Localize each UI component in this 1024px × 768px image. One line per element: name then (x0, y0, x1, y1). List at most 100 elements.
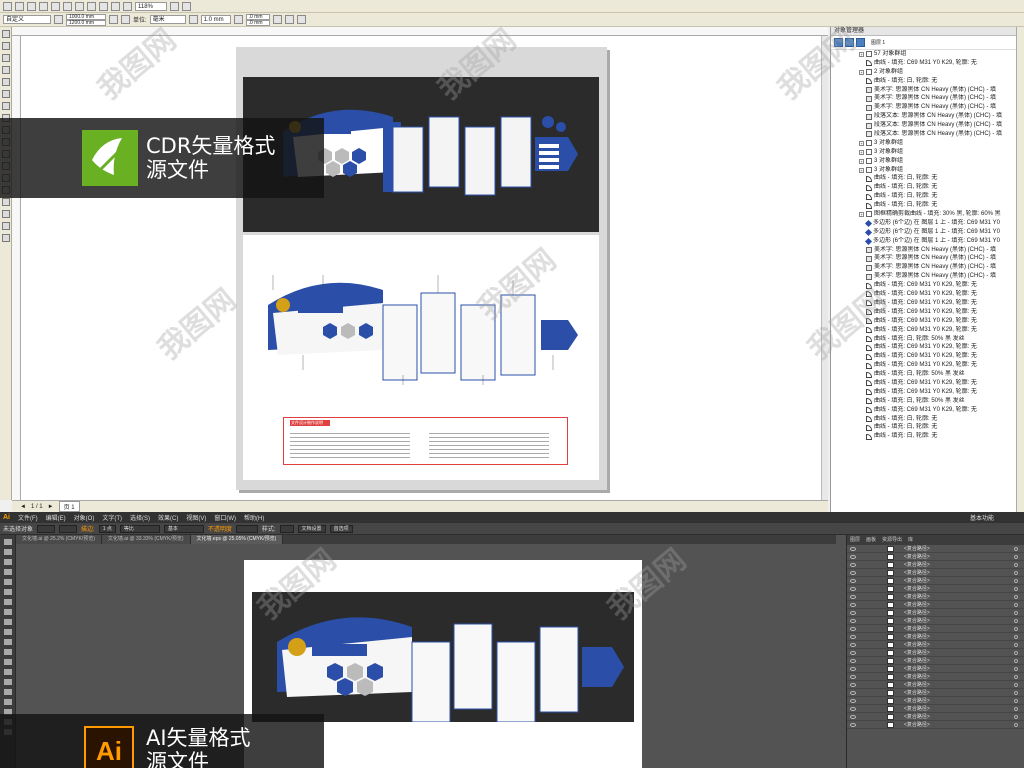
ai-menu-item[interactable]: 窗口(W) (214, 513, 236, 522)
target-circle-icon[interactable] (1014, 546, 1018, 551)
smart-fill-tool-icon[interactable] (2, 90, 10, 98)
visibility-eye-icon[interactable] (850, 698, 856, 703)
target-circle-icon[interactable] (1014, 578, 1018, 583)
style-swatch[interactable] (279, 524, 294, 533)
eraser-tool-icon[interactable] (4, 639, 12, 645)
copy-icon[interactable] (63, 1, 72, 11)
pen-tool-icon[interactable] (4, 579, 12, 585)
object-tree-row[interactable]: 美术字: 思源黑体 CN Heavy (黑体) (CHC) - 填 (859, 86, 1016, 95)
page-height-field[interactable]: 1200.0 mm (66, 19, 106, 26)
object-tree-row[interactable]: 曲线 - 填充: 白, 轮廓: 无 (859, 192, 1016, 201)
layer-row[interactable]: <复合路径> (847, 673, 1024, 681)
target-circle-icon[interactable] (1014, 554, 1018, 559)
target-circle-icon[interactable] (1014, 650, 1018, 655)
ai-document-tab[interactable]: 文化墙.ai @ 25.2% (CMYK/预览) (16, 535, 102, 544)
object-tree-row[interactable]: 曲线 - 填充: 白, 轮廓: 无 (859, 174, 1016, 183)
target-circle-icon[interactable] (1014, 658, 1018, 663)
visibility-eye-icon[interactable] (850, 682, 856, 687)
line-tool-icon[interactable] (4, 599, 12, 605)
object-tree-row[interactable]: 曲线 - 填充: 白, 轮廓: 无 (859, 183, 1016, 192)
layer-row[interactable]: <复合路径> (847, 569, 1024, 577)
ai-menu-item[interactable]: 效果(C) (158, 513, 178, 522)
object-tree-row[interactable]: 曲线 - 填充: 白, 轮廓: 无 (859, 415, 1016, 424)
layer-row[interactable]: <复合路径> (847, 617, 1024, 625)
interactive-tool-icon[interactable] (2, 198, 10, 206)
layer-row[interactable]: <复合路径> (847, 713, 1024, 721)
object-tree-row[interactable]: 曲线 - 填充: C69 M31 Y0 K29, 轮廓: 无 (859, 388, 1016, 397)
visibility-eye-icon[interactable] (850, 690, 856, 695)
rectangle-tool-icon[interactable] (2, 102, 10, 110)
object-tree-row[interactable]: 多边形 (6个边) 在 图层 1 上 - 填充: C69 M31 Y0 (859, 237, 1016, 246)
preferences-button[interactable]: 首选项 (329, 524, 353, 533)
visibility-eye-icon[interactable] (850, 562, 856, 567)
width-tool-icon[interactable] (4, 669, 12, 675)
free-transform-tool-icon[interactable] (4, 679, 12, 685)
expand-toggle-icon[interactable]: + (859, 149, 864, 155)
snap-icon[interactable] (170, 1, 179, 11)
object-tree-row[interactable]: 曲线 - 填充: 白, 轮廓: 无 (859, 432, 1016, 441)
paste-icon[interactable] (75, 1, 84, 11)
target-circle-icon[interactable] (1014, 594, 1018, 599)
object-tree-row[interactable]: 曲线 - 填充: 白, 轮廓: 无 (859, 201, 1016, 210)
object-tree-row[interactable]: +3 对象群组 (859, 157, 1016, 166)
layer-row[interactable]: <复合路径> (847, 609, 1024, 617)
pencil-tool-icon[interactable] (4, 629, 12, 635)
layer-row[interactable]: <复合路径> (847, 601, 1024, 609)
target-circle-icon[interactable] (1014, 586, 1018, 591)
visibility-eye-icon[interactable] (850, 658, 856, 663)
object-tree-row[interactable]: 美术字: 思源黑体 CN Heavy (黑体) (CHC) - 填 (859, 272, 1016, 281)
opacity-label[interactable]: 不透明度 (208, 524, 232, 533)
layer-row[interactable]: <复合路径> (847, 681, 1024, 689)
transform-icon[interactable] (284, 15, 294, 24)
object-tree-row[interactable]: 曲线 - 填充: C69 M31 Y0 K29, 轮廓: 无 (859, 406, 1016, 415)
visibility-eye-icon[interactable] (850, 586, 856, 591)
visibility-eye-icon[interactable] (850, 674, 856, 679)
object-tree-row[interactable]: 曲线 - 填充: C69 M31 Y0 K29, 轮廓: 无 (859, 290, 1016, 299)
target-circle-icon[interactable] (1014, 562, 1018, 567)
layer-row[interactable]: <复合路径> (847, 633, 1024, 641)
ai-menu-item[interactable]: 视图(V) (186, 513, 206, 522)
ai-menu-item[interactable]: 编辑(E) (46, 513, 66, 522)
object-tree-row[interactable]: 曲线 - 填充: C69 M31 Y0 K29, 轮廓: 无 (859, 379, 1016, 388)
visibility-eye-icon[interactable] (850, 610, 856, 615)
target-circle-icon[interactable] (1014, 698, 1018, 703)
object-tree-row[interactable]: 曲线 - 填充: C69 M31 Y0 K29, 轮廓: 无 (859, 343, 1016, 352)
zoom-level-field[interactable]: 118% (135, 1, 167, 11)
object-tree-row[interactable]: 曲线 - 填充: C69 M31 Y0 K29, 轮廓: 无 (859, 59, 1016, 68)
visibility-eye-icon[interactable] (850, 546, 856, 551)
ai-panel-tab[interactable]: 资源导出 (882, 535, 902, 545)
visibility-eye-icon[interactable] (850, 650, 856, 655)
layer-row[interactable]: <复合路径> (847, 697, 1024, 705)
edit-across-layers-icon[interactable] (845, 38, 854, 47)
import-icon[interactable] (111, 1, 120, 11)
expand-toggle-icon[interactable]: + (859, 51, 864, 57)
paintbrush-tool-icon[interactable] (4, 619, 12, 625)
options-gear-icon[interactable] (296, 15, 306, 24)
direct-selection-tool-icon[interactable] (4, 549, 12, 555)
target-circle-icon[interactable] (1014, 618, 1018, 623)
object-tree-row[interactable]: 美术字: 思源黑体 CN Heavy (黑体) (CHC) - 填 (859, 263, 1016, 272)
page-preset-select[interactable]: 自定义 (3, 15, 51, 24)
layer-manager-view-icon[interactable] (856, 38, 865, 47)
export-icon[interactable] (123, 1, 132, 11)
layer-row[interactable]: <复合路径> (847, 553, 1024, 561)
visibility-eye-icon[interactable] (850, 570, 856, 575)
object-tree-row[interactable]: +3 对象群组 (859, 139, 1016, 148)
magic-wand-tool-icon[interactable] (4, 559, 12, 565)
visibility-eye-icon[interactable] (850, 594, 856, 599)
dup-y-field[interactable]: .0 mm (245, 19, 270, 26)
target-circle-icon[interactable] (1014, 570, 1018, 575)
ai-document-tab[interactable]: 文化墙.eps @ 25.05% (CMYK/预览) (190, 535, 284, 544)
target-circle-icon[interactable] (1014, 722, 1018, 727)
options-icon[interactable] (182, 1, 191, 11)
object-tree-row[interactable]: 段落文本: 思源黑体 CN Heavy (黑体) (CHC) - 填 (859, 112, 1016, 121)
layer-row[interactable]: <复合路径> (847, 625, 1024, 633)
visibility-eye-icon[interactable] (850, 634, 856, 639)
print-icon[interactable] (39, 1, 48, 11)
target-circle-icon[interactable] (1014, 674, 1018, 679)
expand-toggle-icon[interactable]: + (859, 158, 864, 164)
target-circle-icon[interactable] (1014, 634, 1018, 639)
vertical-ruler[interactable] (12, 36, 21, 500)
layer-row[interactable]: <复合路径> (847, 593, 1024, 601)
expand-toggle-icon[interactable]: + (859, 211, 864, 217)
